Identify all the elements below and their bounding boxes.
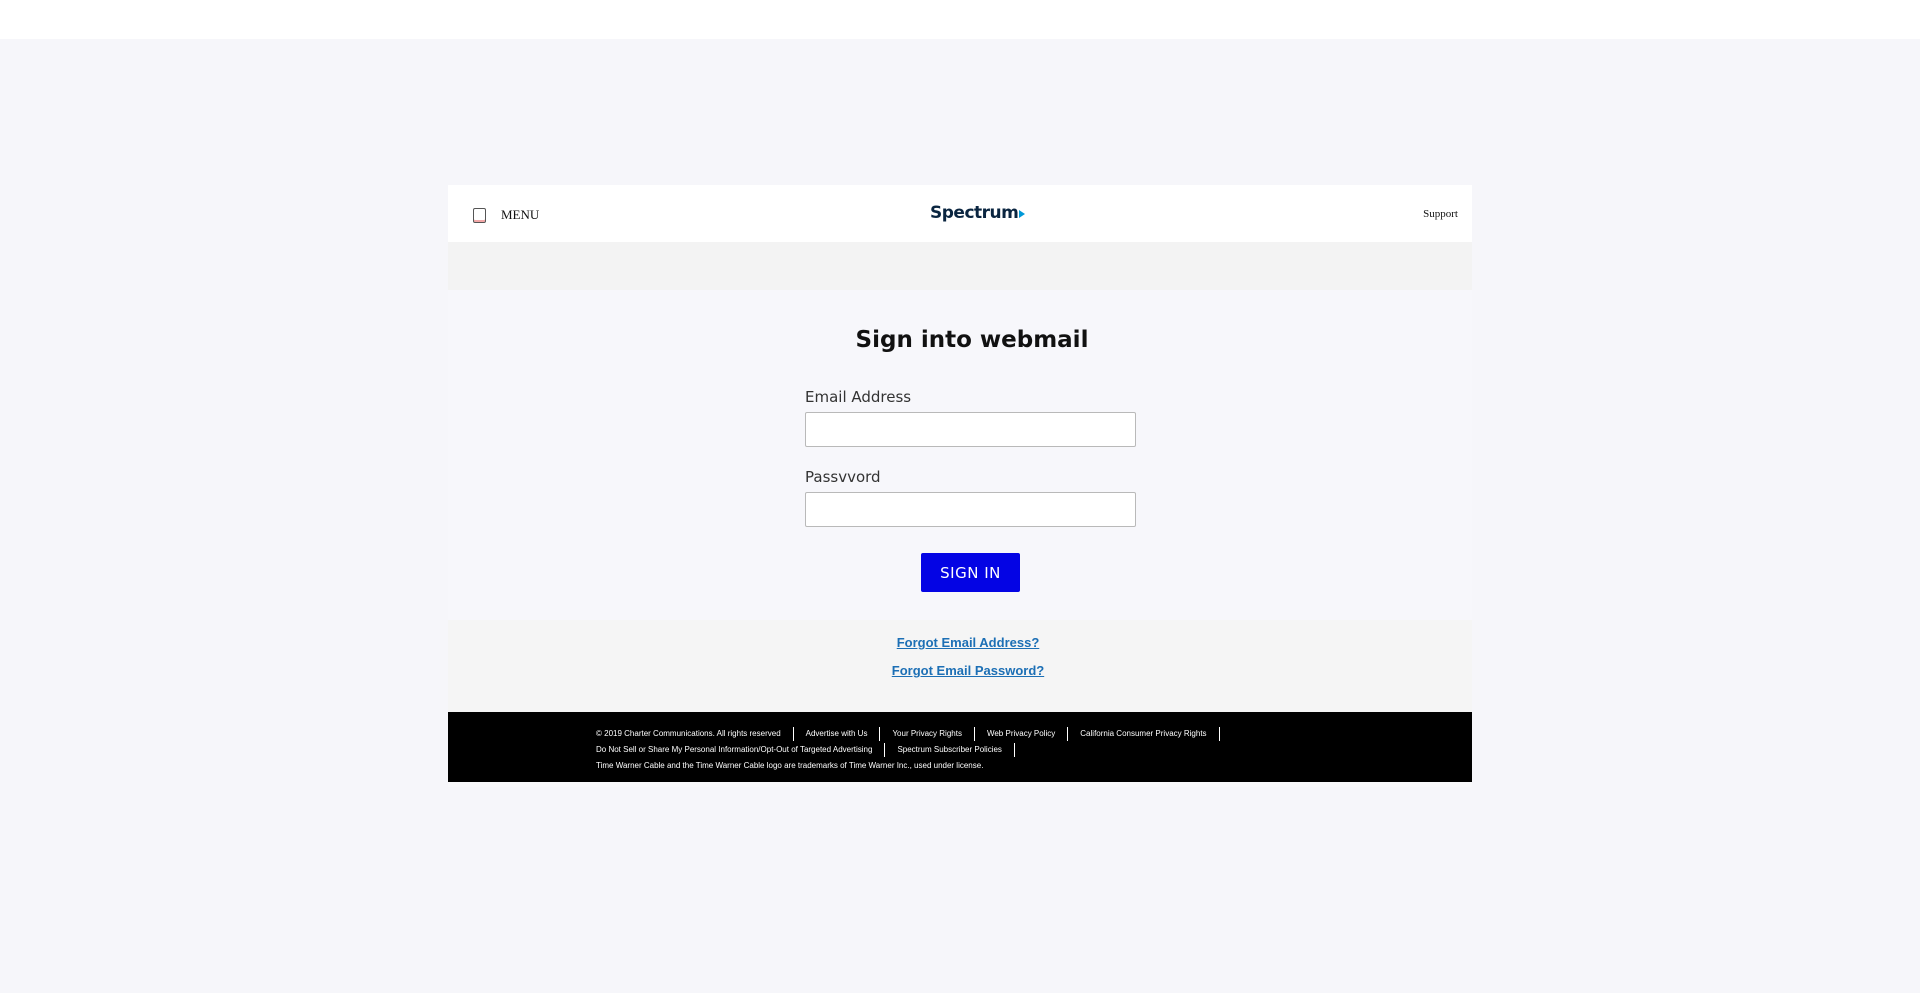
email-label: Email Address	[805, 388, 912, 406]
forgot-email-link[interactable]: Forgot Email Address?	[448, 635, 1488, 650]
footer-row: © 2019 Charter Communications. All right…	[596, 727, 1220, 741]
footer-row: Do Not Sell or Share My Personal Informa…	[596, 743, 1015, 757]
footer-link-do-not-sell[interactable]: Do Not Sell or Share My Personal Informa…	[596, 743, 886, 757]
page-title: Sign into webmail	[855, 327, 1089, 353]
login-page: MENU Spectrum Support Sign into webmail …	[448, 185, 1472, 787]
email-field[interactable]	[805, 412, 1136, 447]
menu-label[interactable]: MENU	[501, 207, 539, 223]
sign-in-button[interactable]: SIGN IN	[921, 553, 1020, 592]
footer-link-advertise[interactable]: Advertise with Us	[794, 727, 881, 741]
top-strip	[0, 0, 1920, 39]
password-field[interactable]	[805, 492, 1136, 527]
password-label: Passvvord	[805, 468, 881, 486]
footer-row: Time Warner Cable and the Time Warner Ca…	[596, 759, 995, 773]
support-link[interactable]: Support	[1423, 208, 1458, 220]
spectrum-logo[interactable]: Spectrum	[930, 203, 1026, 223]
footer-link-web-privacy[interactable]: Web Privacy Policy	[975, 727, 1069, 741]
footer-link-privacy-rights[interactable]: Your Privacy Rights	[880, 727, 975, 741]
trademark-text: Time Warner Cable and the Time Warner Ca…	[596, 761, 984, 770]
footer-link-subscriber-policies[interactable]: Spectrum Subscriber Policies	[885, 743, 1015, 757]
copyright-text: © 2019 Charter Communications. All right…	[596, 727, 794, 741]
site-footer: © 2019 Charter Communications. All right…	[448, 712, 1472, 782]
header-band	[448, 242, 1472, 290]
forgot-password-link[interactable]: Forgot Email Password?	[448, 663, 1488, 678]
menu-toggle-checkbox[interactable]	[473, 208, 486, 223]
logo-text: Spectrum	[930, 203, 1019, 223]
logo-arrow-icon	[1019, 210, 1026, 218]
footer-link-california-privacy[interactable]: California Consumer Privacy Rights	[1068, 727, 1220, 741]
site-header: MENU Spectrum Support	[448, 185, 1472, 242]
